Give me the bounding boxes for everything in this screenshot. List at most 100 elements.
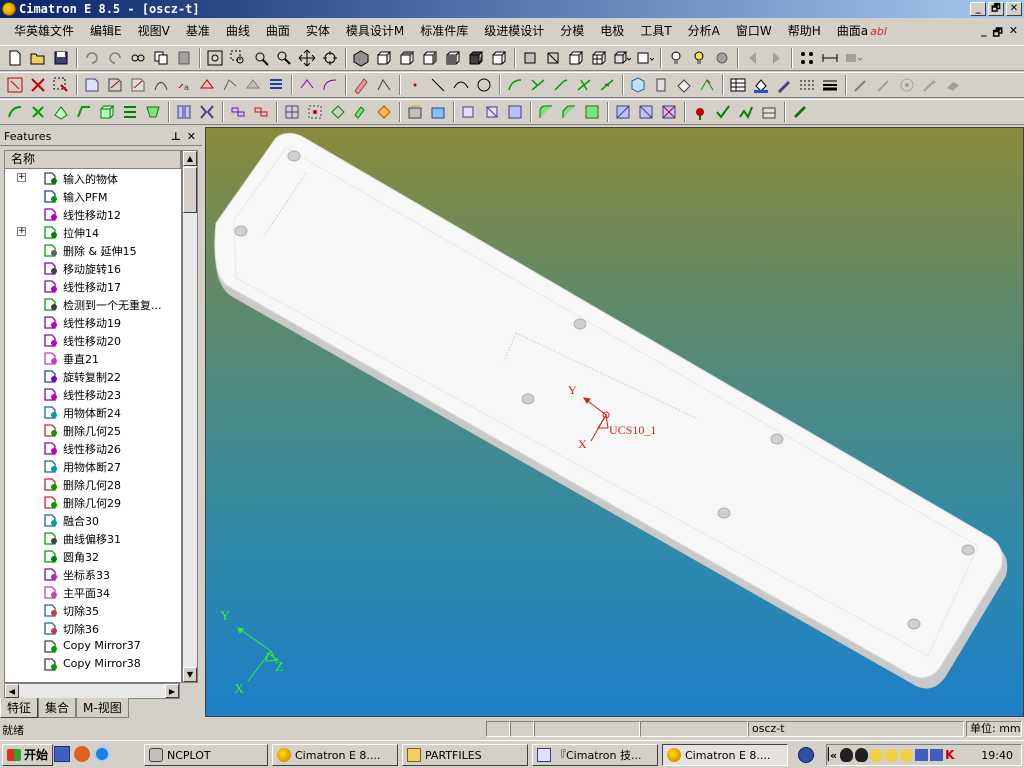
zoom-window-icon[interactable] <box>227 47 249 69</box>
feature-tree-item[interactable]: 切除35 <box>5 601 181 619</box>
filter-edge-icon[interactable] <box>127 74 149 96</box>
move-icon[interactable] <box>350 101 372 123</box>
ie-browser-icon[interactable] <box>94 746 110 762</box>
feature-tree-item[interactable]: 主平面34 <box>5 583 181 601</box>
feature-tree-item[interactable]: 移动旋转16 <box>5 259 181 277</box>
tangent-chain-icon[interactable] <box>319 74 341 96</box>
task-cimatron-1[interactable]: Cimatron E 8.... <box>272 744 398 766</box>
face-delete-icon[interactable] <box>504 101 526 123</box>
boolean-icon[interactable] <box>227 101 249 123</box>
transform-icon[interactable] <box>327 101 349 123</box>
feature-tree-item[interactable]: 线性移动19 <box>5 313 181 331</box>
feature-tree-item[interactable]: 线性移动17 <box>5 277 181 295</box>
view-iso-icon[interactable] <box>350 47 372 69</box>
cimatron-app-icon[interactable] <box>2 2 16 16</box>
filter-face-icon[interactable] <box>104 74 126 96</box>
draft-icon[interactable] <box>73 101 95 123</box>
menu-parting[interactable]: 分模 <box>552 20 592 42</box>
feature-tree-item[interactable]: 线性移动23 <box>5 385 181 403</box>
tree-column-header[interactable]: 名称 <box>5 151 181 169</box>
surface-offset-icon[interactable] <box>673 74 695 96</box>
feature-tree-item[interactable]: 删除 & 延伸15 <box>5 241 181 259</box>
view-top-icon[interactable] <box>396 47 418 69</box>
view-left-icon[interactable] <box>442 47 464 69</box>
sweep-icon[interactable] <box>4 101 26 123</box>
copy-icon[interactable] <box>150 47 172 69</box>
message-icon[interactable] <box>900 748 914 762</box>
light-settings-icon[interactable] <box>711 47 733 69</box>
zoom-fit-icon[interactable] <box>204 47 226 69</box>
thread-icon[interactable] <box>142 101 164 123</box>
component-icon[interactable] <box>427 101 449 123</box>
feature-tree-item[interactable]: Copy Mirror37 <box>5 637 181 655</box>
mesh-icon[interactable] <box>588 47 610 69</box>
sketch-icon[interactable] <box>373 74 395 96</box>
pan-icon[interactable] <box>296 47 318 69</box>
new-file-icon[interactable] <box>4 47 26 69</box>
render-dropdown-icon[interactable] <box>634 47 656 69</box>
qq-icon-2[interactable] <box>855 748 869 762</box>
pin-icon[interactable]: ⊥ <box>171 130 181 143</box>
title-bar[interactable]: Cimatron E 8.5 - [oscz-t] _ 🗗 ✕ <box>0 0 1024 18</box>
line-icon[interactable] <box>427 74 449 96</box>
restore-button[interactable]: 🗗 <box>988 2 1004 16</box>
rotate-copy-tool-icon[interactable] <box>373 101 395 123</box>
tab-sets[interactable]: 集合 <box>38 698 77 718</box>
pencil-icon[interactable] <box>873 74 895 96</box>
task-cimatron-forum[interactable]: 『Cimatron 技... <box>532 744 658 766</box>
filter-curve-icon[interactable] <box>150 74 172 96</box>
tab-m-view[interactable]: M-视图 <box>76 698 129 718</box>
rib-icon[interactable] <box>119 101 141 123</box>
surface-blend-icon[interactable] <box>627 74 649 96</box>
loft-icon[interactable] <box>696 74 718 96</box>
tree-horizontal-scrollbar[interactable]: ◀ ▶ <box>4 683 180 699</box>
cut-remove-icon[interactable] <box>658 101 680 123</box>
link-icon[interactable] <box>127 47 149 69</box>
mdi-minimize-button[interactable]: _ <box>981 24 987 43</box>
mdi-restore-button[interactable]: 🗗 <box>992 24 1002 43</box>
feature-tree-item[interactable]: 旋转复制22 <box>5 367 181 385</box>
redo-icon[interactable] <box>104 47 126 69</box>
menu-view[interactable]: 视图V <box>130 20 178 42</box>
menu-help[interactable]: 帮助H <box>780 20 829 42</box>
circle-icon[interactable] <box>473 74 495 96</box>
face-replace-icon[interactable] <box>481 101 503 123</box>
menu-window[interactable]: 窗口W <box>728 20 780 42</box>
feature-tree-item[interactable]: 切除36 <box>5 619 181 637</box>
desktop-icon[interactable] <box>54 746 70 762</box>
feature-tree-item[interactable]: 用物体断24 <box>5 403 181 421</box>
feature-tree-item[interactable]: 坐标系33 <box>5 565 181 583</box>
fill-color-icon[interactable] <box>750 74 772 96</box>
assembly-icon[interactable] <box>404 101 426 123</box>
parting-surface-icon[interactable] <box>758 101 780 123</box>
feature-tree-item[interactable]: + 输入的物体 <box>5 169 181 187</box>
feature-tree-item[interactable]: + 拉伸14 <box>5 223 181 241</box>
feature-tree-item[interactable]: 删除几何25 <box>5 421 181 439</box>
curve-offset-tool-icon[interactable] <box>504 74 526 96</box>
filter-datum-icon[interactable] <box>242 74 264 96</box>
revolve-icon[interactable] <box>27 101 49 123</box>
zoom-dynamic-icon[interactable] <box>250 47 272 69</box>
graphics-viewport[interactable]: Y X UCS10_1 Y X Z <box>205 127 1024 717</box>
qq-icon[interactable] <box>840 748 854 762</box>
split-curve-icon[interactable] <box>573 74 595 96</box>
grid-icon[interactable] <box>281 101 303 123</box>
feature-tree-item[interactable]: 检测到一个无重复... <box>5 295 181 313</box>
open-folder-icon[interactable] <box>27 47 49 69</box>
start-button[interactable]: 开始 <box>2 743 54 766</box>
box-icon[interactable] <box>565 47 587 69</box>
pick-icon[interactable] <box>4 74 26 96</box>
menu-surface-a[interactable]: 曲面a <box>829 20 876 42</box>
task-ncplot[interactable]: NCPLOT <box>144 744 268 766</box>
feature-tree[interactable]: 名称 + 输入的物体 输入PFM 线性移动12 + 拉伸14 删除 & 延伸15 移动旋转16… <box>4 150 182 683</box>
expand-icon[interactable]: + <box>17 227 26 236</box>
chamfer-icon[interactable] <box>558 101 580 123</box>
line-weight-icon[interactable] <box>819 74 841 96</box>
split-body-tool-icon[interactable] <box>196 101 218 123</box>
menu-edit[interactable]: 编辑E <box>82 20 130 42</box>
model-canvas[interactable]: Y X UCS10_1 Y X Z <box>206 128 1024 717</box>
task-cimatron-2[interactable]: Cimatron E 8.... <box>662 744 788 766</box>
menu-standard-parts[interactable]: 标准件库 <box>412 20 476 42</box>
zoom-icon[interactable] <box>273 47 295 69</box>
measure-icon[interactable] <box>819 47 841 69</box>
